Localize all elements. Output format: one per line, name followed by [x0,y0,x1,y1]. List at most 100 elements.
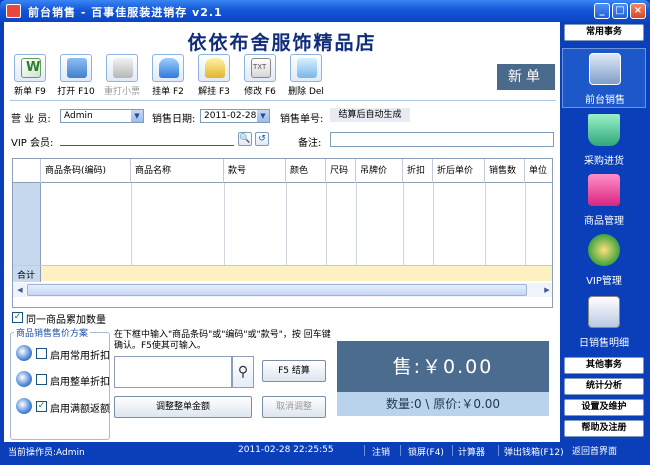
whole-bill-discount-label: 启用整单折扣 [50,377,110,388]
vip-input[interactable] [60,132,234,146]
sidebar: 常用事务 前台销售 采购进货 商品管理 VIP管理 日销售明细 其他事务 统计分… [562,22,646,459]
chevron-down-icon[interactable]: ▼ [131,110,143,122]
lock-screen-link[interactable]: 锁屏(F4) [408,445,444,458]
full-return-label: 启用满额返额 [50,404,110,415]
column-header[interactable]: 折后单价 [433,159,485,183]
unhold-bill-label: 解挂 F3 [198,87,230,97]
salesperson-value: Admin [64,111,93,121]
sidebar-item-purchasing[interactable]: 采购进货 [562,110,646,170]
discount-scheme-icon[interactable] [16,398,32,414]
price-scheme-legend: 商品销售售价方案 [14,326,91,339]
edit-button[interactable]: TXT 修改 F6 [240,54,280,97]
refresh-icon[interactable]: ↺ [255,132,269,146]
bill-no-label: 销售单号: [280,114,324,125]
salesperson-label: 营 业 员: [11,114,51,125]
statistics-button[interactable]: 统计分析 [564,378,644,395]
accumulate-label: 同一商品累加数量 [26,315,106,326]
column-header[interactable]: 商品名称 [131,159,224,183]
reprint-button[interactable]: 重打小票 [102,54,142,97]
calculator-link[interactable]: 计算器 [458,445,485,458]
hold-bill-button[interactable]: 挂单 F2 [148,54,188,97]
adjust-amount-button[interactable]: 调整整单金额 [114,396,252,418]
horizontal-scrollbar[interactable]: ◀ ▶ [13,283,552,297]
title-bar[interactable]: 前台销售 - 百事佳服装进销存 v2.1 _ □ × [0,0,650,22]
date-picker[interactable]: 2011-02-28 ▼ [200,109,270,123]
edit-icon: TXT [251,58,271,78]
operator-status: 当前操作员:Admin [8,448,85,458]
column-header[interactable]: 销售数 [485,159,525,183]
scroll-right-icon[interactable]: ▶ [541,284,552,296]
barcode-input[interactable] [114,356,232,388]
sales-grid[interactable]: 商品条码(编码) 商品名称 款号 颜色 尺码 吊牌价 折扣 折后单价 销售数 单… [12,158,553,308]
date-label: 销售日期: [152,114,196,125]
whole-bill-discount-checkbox[interactable] [36,374,47,385]
checkout-button[interactable]: F5 结算 [262,360,326,382]
help-register-button[interactable]: 帮助及注册 [564,420,644,437]
grid-header: 商品条码(编码) 商品名称 款号 颜色 尺码 吊牌价 折扣 折后单价 销售数 单… [13,159,552,183]
home-link[interactable]: 返回首界面 [572,444,617,457]
toolbar: W 新单 F9 打开 F10 重打小票 挂单 F2 解挂 F3 TXT 修改 F… [10,54,556,97]
chevron-down-icon[interactable]: ▼ [257,110,269,122]
sidebar-item-products[interactable]: 商品管理 [562,170,646,230]
column-header[interactable]: 单位 [525,159,552,183]
sidebar-item-daily-sales[interactable]: 日销售明细 [562,292,646,352]
salesperson-select[interactable]: Admin ▼ [60,109,144,123]
settings-button[interactable]: 设置及维护 [564,399,644,416]
lock-icon [159,58,179,78]
delete-button[interactable]: 删除 Del [286,54,326,97]
laptop-icon [589,53,621,85]
common-discount-label: 启用常用折扣 [50,351,110,362]
column-header[interactable]: 吊牌价 [356,159,403,183]
cash-drawer-link[interactable]: 弹出钱箱(F12) [504,445,564,458]
tshirt-icon [588,174,620,206]
quantity-display: 数量:0 \ 原价:￥0.00 [337,392,549,416]
note-input[interactable] [330,132,554,147]
other-tasks-button[interactable]: 其他事务 [564,357,644,374]
new-bill-label: 新单 F9 [14,87,46,97]
sidebar-item-pos-sales[interactable]: 前台销售 [562,48,646,108]
unhold-bill-button[interactable]: 解挂 F3 [194,54,234,97]
column-header[interactable]: 颜色 [286,159,326,183]
common-discount-checkbox[interactable] [36,348,47,359]
discount-scheme-icon[interactable] [16,371,32,387]
shop-title: 依依布舍服饰精品店 [187,32,377,54]
column-header[interactable]: 尺码 [326,159,356,183]
common-tasks-button[interactable]: 常用事务 [564,24,644,41]
open-label: 打开 F10 [57,87,95,97]
sidebar-item-vip[interactable]: VIP管理 [562,230,646,290]
maximize-button[interactable]: □ [612,3,628,19]
bill-no-value: 结算后自动生成 [330,108,410,122]
unlock-icon [205,58,225,78]
open-button[interactable]: 打开 F10 [56,54,96,97]
minimize-button[interactable]: _ [594,3,610,19]
close-button[interactable]: × [630,3,646,19]
open-folder-icon [67,58,87,78]
sidebar-item-label: 日销售明细 [579,338,629,349]
new-bill-button[interactable]: W 新单 F9 [10,54,50,97]
app-icon [6,4,21,18]
discount-scheme-icon[interactable] [16,345,32,361]
row-indicator [13,183,41,265]
search-icon[interactable]: 🔍 [238,132,252,146]
vip-label: VIP 会员: [11,138,54,149]
logout-link[interactable]: 注销 [372,445,390,458]
date-value: 2011-02-28 [204,111,257,121]
column-header[interactable]: 商品条码(编码) [41,159,131,183]
delete-icon [297,58,317,78]
accumulate-checkbox[interactable]: ✓ [12,312,23,323]
full-return-checkbox[interactable]: ✓ [36,401,47,412]
printer-icon [113,58,133,78]
column-header[interactable]: 折扣 [403,159,433,183]
column-header[interactable]: 款号 [224,159,286,183]
datetime-status: 2011-02-28 22:25:55 [238,445,334,455]
total-row: 合计 [13,265,552,282]
cancel-adjust-button[interactable]: 取消调整 [262,396,326,418]
total-label: 合计 [17,271,36,281]
sidebar-item-label: VIP管理 [586,276,622,287]
shopping-basket-icon [588,114,620,146]
search-icon[interactable]: ⚲ [232,356,254,388]
scroll-thumb[interactable] [27,284,527,296]
note-label: 备注: [298,138,322,149]
scroll-left-icon[interactable]: ◀ [14,284,26,296]
mode-indicator: 新单 [497,64,555,90]
